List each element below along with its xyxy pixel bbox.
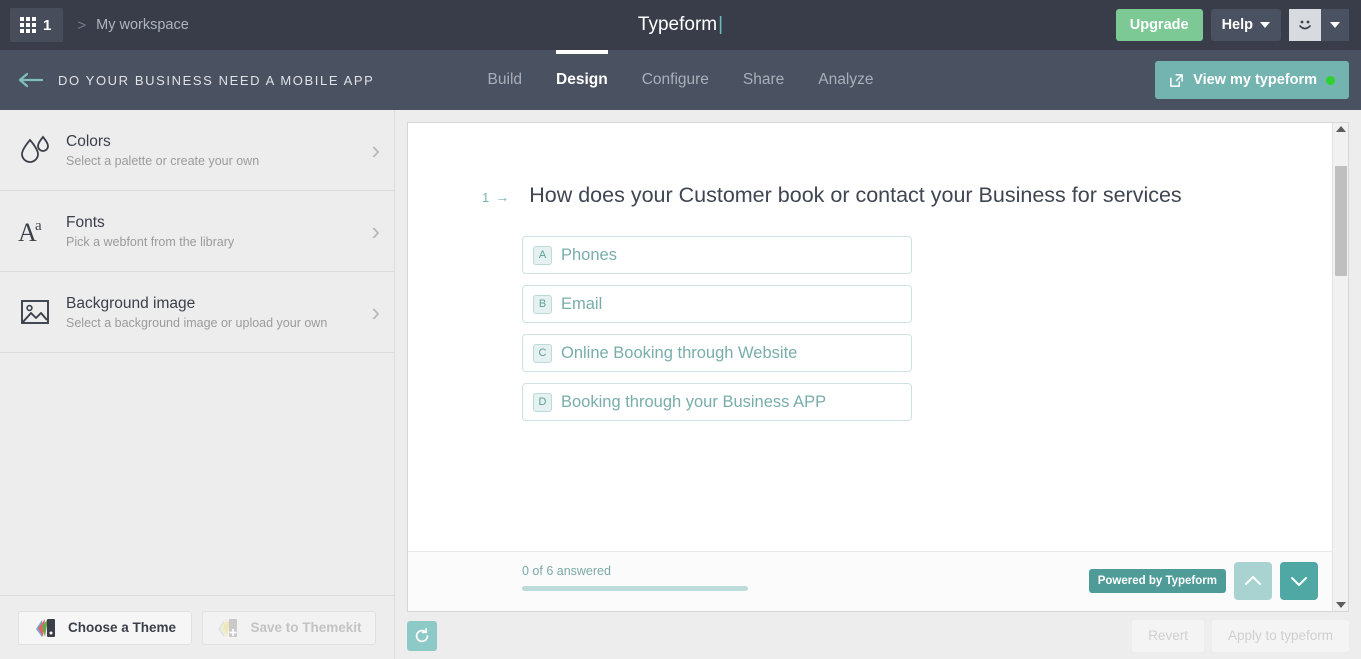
view-my-typeform-button[interactable]: View my typeform [1155,61,1349,99]
arrow-right-icon: → [495,189,510,205]
chevron-up-icon [1245,576,1261,585]
sidebar-item-background-image[interactable]: Background image Select a background ima… [0,272,394,353]
refresh-icon [415,627,429,642]
design-sidebar: Colors Select a palette or create your o… [0,110,395,659]
sidebar-item-fonts[interactable]: A a Fonts Pick a webfont from the librar… [0,191,394,272]
image-icon [12,298,58,326]
choose-theme-label: Choose a Theme [67,620,177,635]
tab-build[interactable]: Build [488,50,522,110]
top-bar-actions: Upgrade Help [1115,9,1361,41]
chevron-right-icon: › [371,297,380,327]
question-number: 1 [482,190,490,205]
avatar[interactable] [1289,9,1321,41]
text-cursor-icon: | [718,14,724,35]
main-content: Colors Select a palette or create your o… [0,110,1361,659]
option-d[interactable]: D Booking through your Business APP [522,383,912,421]
sidebar-item-colors[interactable]: Colors Select a palette or create your o… [0,110,394,191]
refresh-preview-button[interactable] [407,620,437,651]
preview-scrollbar[interactable] [1332,123,1348,611]
sidebar-item-title: Colors [66,132,111,150]
svg-text:a: a [35,218,42,234]
answer-options: A Phones B Email C Online Booking throug… [408,208,1332,421]
typeform-preview-frame: 1 → How does your Customer book or conta… [407,122,1349,612]
option-label: Email [561,294,603,313]
previous-question-button[interactable] [1234,562,1272,600]
sidebar-item-text: Background image Select a background ima… [66,295,371,330]
chevron-down-icon [1260,22,1270,28]
status-dot-icon [1326,75,1335,85]
save-to-themekit-button[interactable]: Save to Themekit [202,610,376,645]
tab-design[interactable]: Design [556,50,608,110]
sidebar-item-text: Fonts Pick a webfont from the library [66,214,371,249]
top-bar: 1 > My workspace Typeform| Upgrade Help [0,0,1361,50]
tab-analyze[interactable]: Analyze [818,50,873,110]
powered-by-typeform-badge[interactable]: Powered by Typeform [1088,569,1226,593]
sidebar-item-subtitle: Pick a webfont from the library [66,234,235,249]
form-footer: 0 of 6 answered Powered by Typeform [408,551,1332,611]
account-caret-button[interactable] [1321,9,1349,41]
bottom-bar-actions: Revert Apply to typeform [1132,619,1349,652]
option-b[interactable]: B Email [522,285,912,323]
breadcrumb-separator: > [77,16,87,34]
sidebar-item-subtitle: Select a background image or upload your… [66,315,328,330]
scrollbar-thumb[interactable] [1335,166,1347,276]
sidebar-footer: Choose a Theme Save to Themekit [0,595,394,659]
option-key-badge: B [533,294,552,314]
bottom-action-bar: Revert Apply to typeform [395,612,1361,659]
nav-bar: DO YOUR BUSINESS NEED A MOBILE APP Build… [0,50,1361,110]
form-title-text: Typeform [637,14,718,35]
workspace-count: 1 [43,16,52,34]
scrollbar-track[interactable] [1333,132,1348,602]
form-canvas: 1 → How does your Customer book or conta… [408,123,1332,611]
droplets-icon [12,135,58,165]
chevron-down-icon [1330,22,1340,28]
tab-configure[interactable]: Configure [642,50,709,110]
option-a[interactable]: A Phones [522,236,912,274]
form-footer-actions: Powered by Typeform [1088,562,1318,600]
breadcrumb-workspace-link[interactable]: My workspace [96,17,189,33]
apply-to-typeform-button[interactable]: Apply to typeform [1211,619,1349,652]
chevron-down-icon [1291,577,1307,586]
sidebar-items: Colors Select a palette or create your o… [0,110,394,353]
progress-label: 0 of 6 answered [522,564,611,578]
sidebar-empty-space [0,353,394,595]
option-c[interactable]: C Online Booking through Website [522,334,912,372]
scroll-down-arrow-icon[interactable] [1335,602,1346,608]
sidebar-item-title: Background image [66,294,196,312]
next-question-button[interactable] [1280,562,1318,600]
option-key-badge: C [533,343,552,363]
option-key-badge: D [533,392,552,412]
progress-bar [522,586,748,591]
palette-swatch-plus-icon [218,618,238,637]
external-link-icon [1170,73,1184,87]
help-button[interactable]: Help [1210,9,1281,41]
sidebar-item-title: Fonts [66,213,105,231]
question-block: 1 → How does your Customer book or conta… [408,123,1332,208]
tab-share[interactable]: Share [743,50,784,110]
view-typeform-label: View my typeform [1193,72,1317,88]
typography-icon: A a [12,216,58,246]
grid-icon [20,17,36,33]
upgrade-button[interactable]: Upgrade [1115,9,1203,41]
preview-area: 1 → How does your Customer book or conta… [395,110,1361,659]
sidebar-item-subtitle: Select a palette or create your own [66,153,260,168]
help-label: Help [1221,17,1253,33]
option-label: Booking through your Business APP [561,392,827,411]
chevron-right-icon: › [371,216,380,246]
sidebar-item-text: Colors Select a palette or create your o… [66,133,371,168]
progress-section: 0 of 6 answered [522,564,748,591]
question-text: How does your Customer book or contact y… [529,183,1182,207]
option-key-badge: A [533,245,552,265]
account-menu [1289,9,1349,41]
palette-swatch-icon [35,618,55,637]
option-label: Phones [561,245,617,264]
chevron-right-icon: › [371,135,380,165]
revert-button[interactable]: Revert [1132,619,1204,652]
save-themekit-label: Save to Themekit [250,620,362,635]
workspace-switcher[interactable]: 1 [10,8,64,42]
option-label: Online Booking through Website [561,343,798,362]
smiley-icon [1299,20,1311,30]
choose-theme-button[interactable]: Choose a Theme [18,610,192,645]
